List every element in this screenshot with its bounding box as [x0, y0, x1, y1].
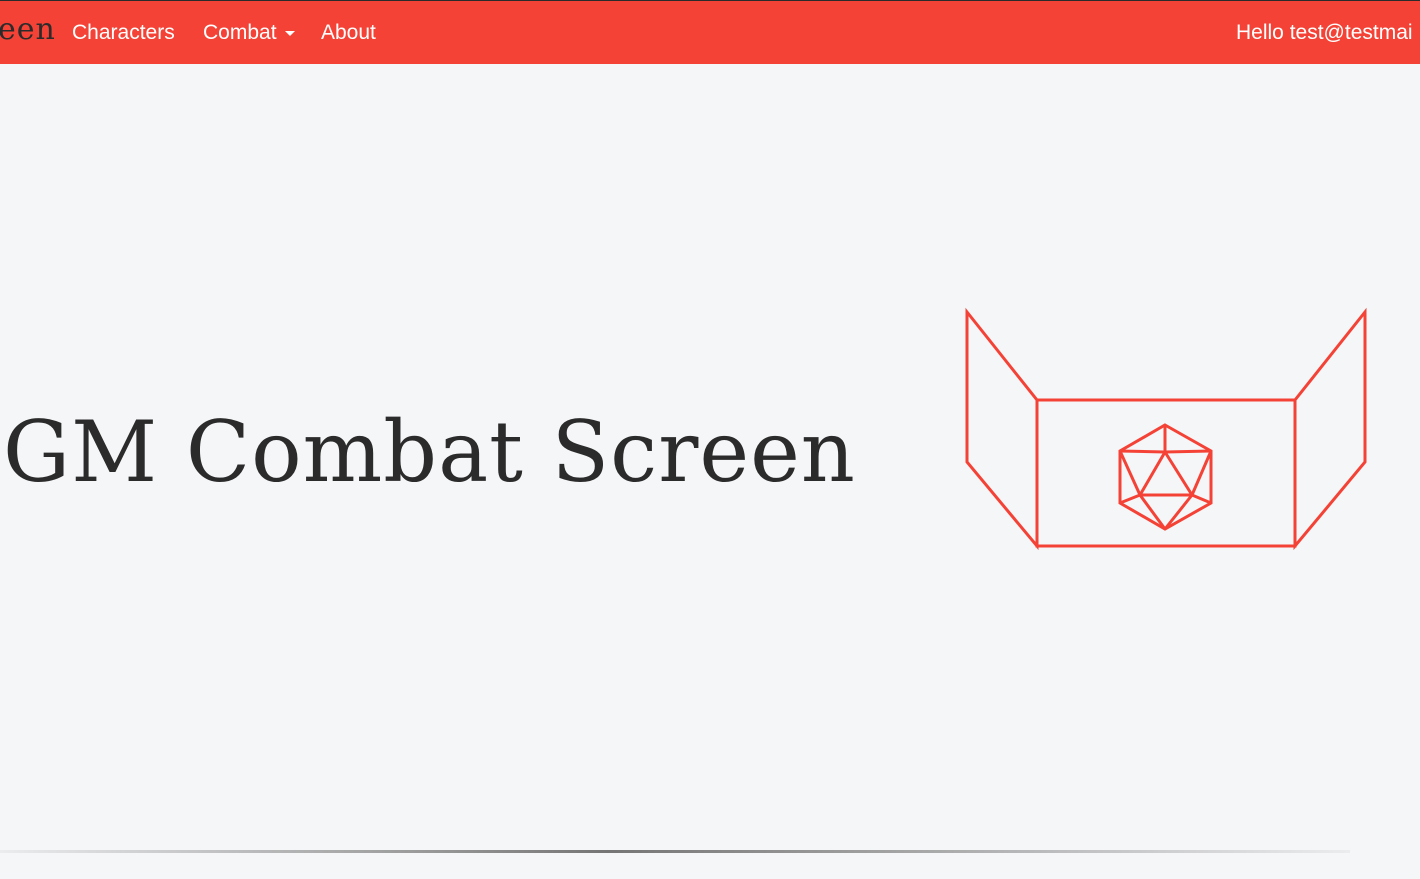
- caret-down-icon: [284, 30, 295, 36]
- section-divider: [0, 850, 1350, 853]
- nav-item-combat-dropdown[interactable]: Combat: [203, 21, 295, 45]
- nav-item-about[interactable]: About: [321, 21, 376, 45]
- top-navbar: een Characters Combat About Hello test@t…: [0, 0, 1420, 64]
- nav-item-combat-label: Combat: [203, 21, 277, 44]
- page-title: GM Combat Screen: [3, 403, 856, 501]
- nav-item-characters[interactable]: Characters: [72, 21, 175, 45]
- gm-screen-d20-icon: [965, 307, 1367, 551]
- brand-link[interactable]: een: [0, 15, 56, 45]
- user-greeting[interactable]: Hello test@testmai: [1236, 21, 1413, 45]
